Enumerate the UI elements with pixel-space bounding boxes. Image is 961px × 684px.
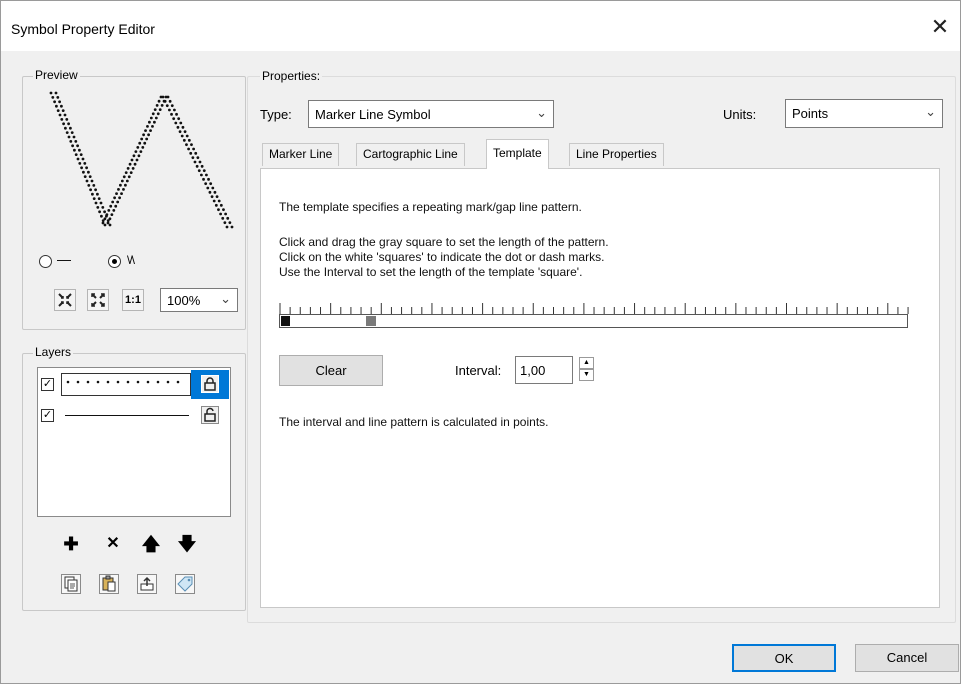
add-layer-icon[interactable]: ✚ — [61, 534, 81, 554]
move-up-icon[interactable]: 🡅 — [141, 534, 161, 554]
interval-spin-down[interactable]: ▼ — [579, 369, 594, 381]
preview-group: Preview — \/\ 1:1 100% ⌄ — [22, 68, 246, 330]
interval-label: Interval: — [455, 363, 502, 378]
tab-cartographic-line[interactable]: Cartographic Line — [356, 143, 465, 166]
zoom-out-icon[interactable] — [54, 289, 76, 311]
template-panel: The template specifies a repeating mark/… — [260, 168, 940, 608]
clear-button[interactable]: Clear — [279, 355, 383, 386]
lock-icon[interactable] — [201, 375, 219, 393]
template-instruction-1: Click and drag the gray square to set th… — [279, 235, 609, 249]
title-bar: Symbol Property Editor ✕ — [1, 1, 960, 51]
zoom-combo[interactable]: 100% ⌄ — [160, 288, 238, 312]
close-icon[interactable]: ✕ — [926, 15, 954, 43]
interval-spin-up[interactable]: ▲ — [579, 357, 594, 369]
copy-icon[interactable] — [61, 574, 81, 594]
unlock-icon[interactable] — [201, 406, 219, 424]
layers-label: Layers — [33, 345, 74, 359]
template-instruction-3: Use the Interval to set the length of th… — [279, 265, 583, 279]
tab-line-properties[interactable]: Line Properties — [569, 143, 664, 166]
remove-layer-icon[interactable]: ✕ — [103, 534, 123, 554]
zoom-value: 100% — [167, 293, 201, 308]
layer-checkbox[interactable]: ✓ — [41, 378, 54, 391]
type-value: Marker Line Symbol — [315, 107, 431, 122]
tab-template[interactable]: Template — [486, 139, 549, 169]
template-length-handle — [366, 316, 376, 326]
zoom-in-icon[interactable] — [87, 289, 109, 311]
preview-label: Preview — [33, 68, 80, 82]
preview-canvas — [49, 91, 234, 229]
interval-value: 1,00 — [520, 363, 546, 378]
units-value: Points — [792, 106, 829, 121]
properties-label: Properties: — [260, 69, 323, 83]
layer-preview-solid — [65, 415, 189, 416]
tab-marker-line[interactable]: Marker Line — [262, 143, 340, 166]
radio-wave-glyph: \/\ — [127, 253, 135, 267]
units-label: Units: — [723, 107, 757, 122]
chevron-down-icon: ⌄ — [536, 105, 547, 120]
ok-button[interactable]: OK — [732, 644, 836, 672]
layer-row-dotted[interactable]: ✓ — [39, 369, 229, 400]
interval-input[interactable]: 1,00 — [515, 356, 573, 384]
radio-line-glyph: — — [57, 251, 71, 267]
chevron-down-icon: ⌄ — [220, 291, 231, 306]
move-down-icon[interactable]: 🡇 — [177, 534, 197, 554]
type-label: Type: — [260, 107, 292, 122]
layer-preview-dotted — [61, 373, 191, 396]
units-combo[interactable]: Points ⌄ — [785, 99, 943, 128]
template-instruction-2: Click on the white 'squares' to indicate… — [279, 250, 605, 264]
paste-icon[interactable] — [99, 574, 119, 594]
template-mark-square — [281, 316, 290, 326]
layers-list: ✓ ✓ — [37, 367, 231, 517]
radio-line-preview[interactable] — [39, 255, 52, 268]
layers-group: Layers ✓ ✓ ✚ ✕ 🡅 🡇 — [22, 345, 246, 611]
cancel-button[interactable]: Cancel — [855, 644, 959, 672]
window-title: Symbol Property Editor — [11, 21, 155, 37]
type-combo[interactable]: Marker Line Symbol ⌄ — [308, 100, 554, 128]
layer-checkbox[interactable]: ✓ — [41, 409, 54, 422]
export-icon[interactable] — [137, 574, 157, 594]
radio-wave-preview[interactable] — [108, 255, 121, 268]
tag-icon[interactable] — [175, 574, 195, 594]
preview-dotted-line — [49, 91, 234, 229]
chevron-down-icon: ⌄ — [925, 104, 936, 119]
actual-size-icon[interactable]: 1:1 — [122, 289, 144, 311]
symbol-property-editor-window: Symbol Property Editor ✕ Preview — \/\ 1… — [0, 0, 961, 684]
template-ruler[interactable] — [279, 297, 909, 329]
template-description: The template specifies a repeating mark/… — [279, 200, 582, 214]
template-footer: The interval and line pattern is calcula… — [279, 415, 549, 429]
layer-row-solid[interactable]: ✓ — [39, 404, 229, 428]
